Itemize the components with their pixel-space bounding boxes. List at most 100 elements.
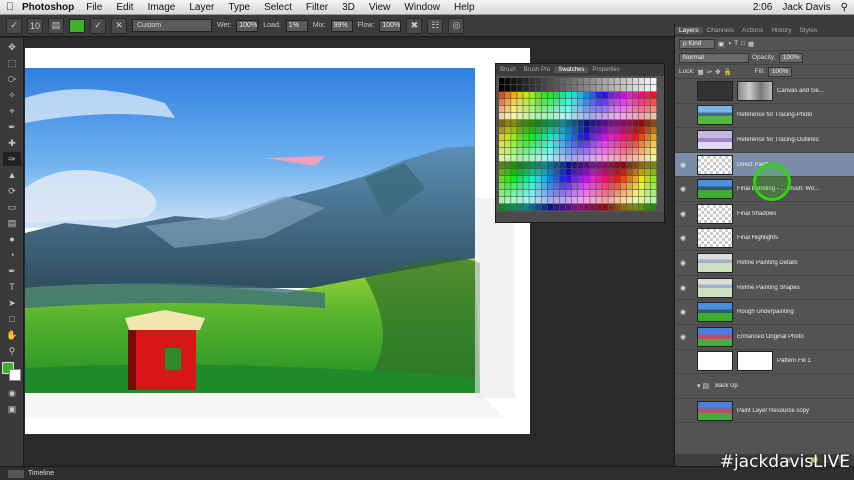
swatch-cell[interactable] — [523, 106, 529, 113]
swatch-cell[interactable] — [638, 127, 645, 134]
swatch-cell[interactable] — [638, 183, 645, 190]
swatch-cell[interactable] — [620, 92, 627, 99]
swatch-cell[interactable] — [626, 183, 633, 190]
swatch-cell[interactable] — [620, 190, 627, 197]
swatch-cell[interactable] — [505, 162, 511, 169]
swatch-cell[interactable] — [632, 134, 639, 141]
swatch-cell[interactable] — [620, 148, 627, 155]
layer-row[interactable]: ◉ Refine Painting Details — [675, 251, 854, 276]
menu-view[interactable]: View — [369, 2, 391, 13]
swatch-cell[interactable] — [547, 113, 554, 120]
swatch-cell[interactable] — [632, 106, 639, 113]
swatch-cell[interactable] — [620, 176, 627, 183]
swatch-cell[interactable] — [638, 197, 645, 204]
swatch-cell[interactable] — [644, 106, 651, 113]
swatch-cell[interactable] — [638, 134, 645, 141]
swatch-cell[interactable] — [602, 99, 608, 106]
swatch-cell[interactable] — [626, 99, 633, 106]
swatch-cell[interactable] — [511, 169, 517, 176]
swatch-cell[interactable] — [553, 106, 560, 113]
swatch-cell[interactable] — [517, 190, 523, 197]
swatch-cell[interactable] — [602, 85, 608, 92]
swatch-cell[interactable] — [626, 162, 633, 169]
swatch-cell[interactable] — [541, 85, 548, 92]
swatch-cell[interactable] — [638, 120, 645, 127]
swatch-cell[interactable] — [614, 148, 620, 155]
timeline-label[interactable]: Timeline — [28, 470, 54, 477]
swatch-cell[interactable] — [559, 204, 566, 211]
swatch-cell[interactable] — [602, 162, 608, 169]
swatch-cell[interactable] — [547, 99, 554, 106]
swatch-cell[interactable] — [632, 127, 639, 134]
swatch-cell[interactable] — [523, 169, 529, 176]
layer-row[interactable]: ◉ Refine Painting Shapes — [675, 276, 854, 301]
crop-tool-icon[interactable]: ⌖ — [3, 104, 21, 118]
swatch-cell[interactable] — [547, 134, 554, 141]
swatch-cell[interactable] — [626, 169, 633, 176]
swatch-cell[interactable] — [571, 169, 578, 176]
swatch-cell[interactable] — [517, 141, 523, 148]
swatch-cell[interactable] — [602, 120, 608, 127]
swatch-cell[interactable] — [578, 197, 584, 204]
swatch-cell[interactable] — [547, 169, 554, 176]
swatch-cell[interactable] — [644, 204, 651, 211]
swatch-cell[interactable] — [535, 113, 541, 120]
swatch-cell[interactable] — [553, 99, 560, 106]
swatch-cell[interactable] — [578, 106, 584, 113]
swatch-cell[interactable] — [650, 183, 657, 190]
swatch-cell[interactable] — [535, 92, 541, 99]
swatch-cell[interactable] — [505, 141, 511, 148]
swatch-cell[interactable] — [626, 155, 633, 162]
swatch-cell[interactable] — [571, 190, 578, 197]
swatch-cell[interactable] — [571, 127, 578, 134]
swatch-cell[interactable] — [571, 106, 578, 113]
swatch-cell[interactable] — [608, 155, 614, 162]
swatch-cell[interactable] — [529, 120, 535, 127]
swatch-cell[interactable] — [620, 204, 627, 211]
swatch-cell[interactable] — [578, 92, 584, 99]
swatch-cell[interactable] — [644, 120, 651, 127]
swatch-cell[interactable] — [584, 113, 590, 120]
swatch-cell[interactable] — [614, 204, 620, 211]
swatch-cell[interactable] — [553, 113, 560, 120]
swatch-cell[interactable] — [638, 169, 645, 176]
swatch-cell[interactable] — [602, 183, 608, 190]
layer-thumbnail[interactable] — [697, 252, 733, 273]
flow-field[interactable]: 100% — [379, 19, 402, 32]
layer-thumbnail[interactable] — [697, 351, 733, 372]
swatch-cell[interactable] — [517, 155, 523, 162]
document-canvas-area[interactable]: Brush Brush Pre Swatches Properties ☰ ✑ … — [25, 38, 673, 466]
swatch-cell[interactable] — [565, 162, 572, 169]
healing-tool-icon[interactable]: ✚ — [3, 136, 21, 150]
user-name[interactable]: Jack Davis — [782, 2, 830, 13]
swatch-cell[interactable] — [571, 155, 578, 162]
swatch-cell[interactable] — [523, 204, 529, 211]
swatch-cell[interactable] — [644, 78, 651, 85]
swatch-cell[interactable] — [578, 155, 584, 162]
swatch-cell[interactable] — [511, 120, 517, 127]
swatch-cell[interactable] — [571, 134, 578, 141]
swatch-cell[interactable] — [650, 99, 657, 106]
swatch-cell[interactable] — [511, 78, 517, 85]
swatch-cell[interactable] — [565, 134, 572, 141]
swatch-cell[interactable] — [602, 92, 608, 99]
swatch-cell[interactable] — [596, 78, 602, 85]
swatch-cell[interactable] — [620, 169, 627, 176]
swatch-cell[interactable] — [626, 134, 633, 141]
visibility-eye-icon[interactable]: ◉ — [675, 333, 691, 341]
swatch-cell[interactable] — [505, 106, 511, 113]
swatch-cell[interactable] — [644, 141, 651, 148]
quick-mask-icon[interactable]: ◉ — [3, 386, 21, 400]
swatch-cell[interactable] — [559, 197, 566, 204]
swatch-cell[interactable] — [650, 148, 657, 155]
swatch-cell[interactable] — [559, 141, 566, 148]
swatch-cell[interactable] — [547, 127, 554, 134]
swatch-cell[interactable] — [517, 197, 523, 204]
swatch-cell[interactable] — [553, 148, 560, 155]
swatch-cell[interactable] — [517, 92, 523, 99]
swatch-cell[interactable] — [644, 162, 651, 169]
swatch-cell[interactable] — [529, 85, 535, 92]
swatch-cell[interactable] — [608, 197, 614, 204]
swatch-cell[interactable] — [523, 113, 529, 120]
swatch-cell[interactable] — [559, 183, 566, 190]
